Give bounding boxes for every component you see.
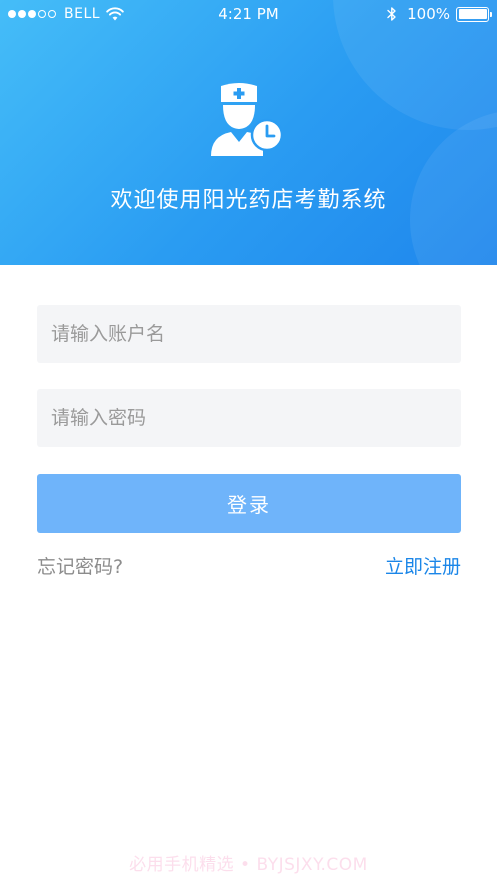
status-bar: BELL 4:21 PM 100% [0,0,497,30]
header-banner: BELL 4:21 PM 100% 欢迎使用阳光药店考勤系统 [0,0,497,265]
battery-tip [489,11,492,17]
status-right: 100% [387,5,492,23]
battery-level [458,9,487,19]
forgot-password-link[interactable]: 忘记密码? [37,552,123,579]
welcome-title: 欢迎使用阳光药店考勤系统 [110,188,387,213]
bluetooth-icon [387,7,396,21]
username-input[interactable] [37,305,461,363]
password-input[interactable] [37,389,461,447]
register-link[interactable]: 立即注册 [385,552,461,579]
pharmacist-clock-icon [211,83,284,156]
login-button[interactable]: 登录 [37,474,461,533]
battery-percent: 100% [407,5,450,23]
watermark-text: 必用手机精选 • BYJSJXY.COM [129,855,368,875]
battery-icon [456,6,492,22]
